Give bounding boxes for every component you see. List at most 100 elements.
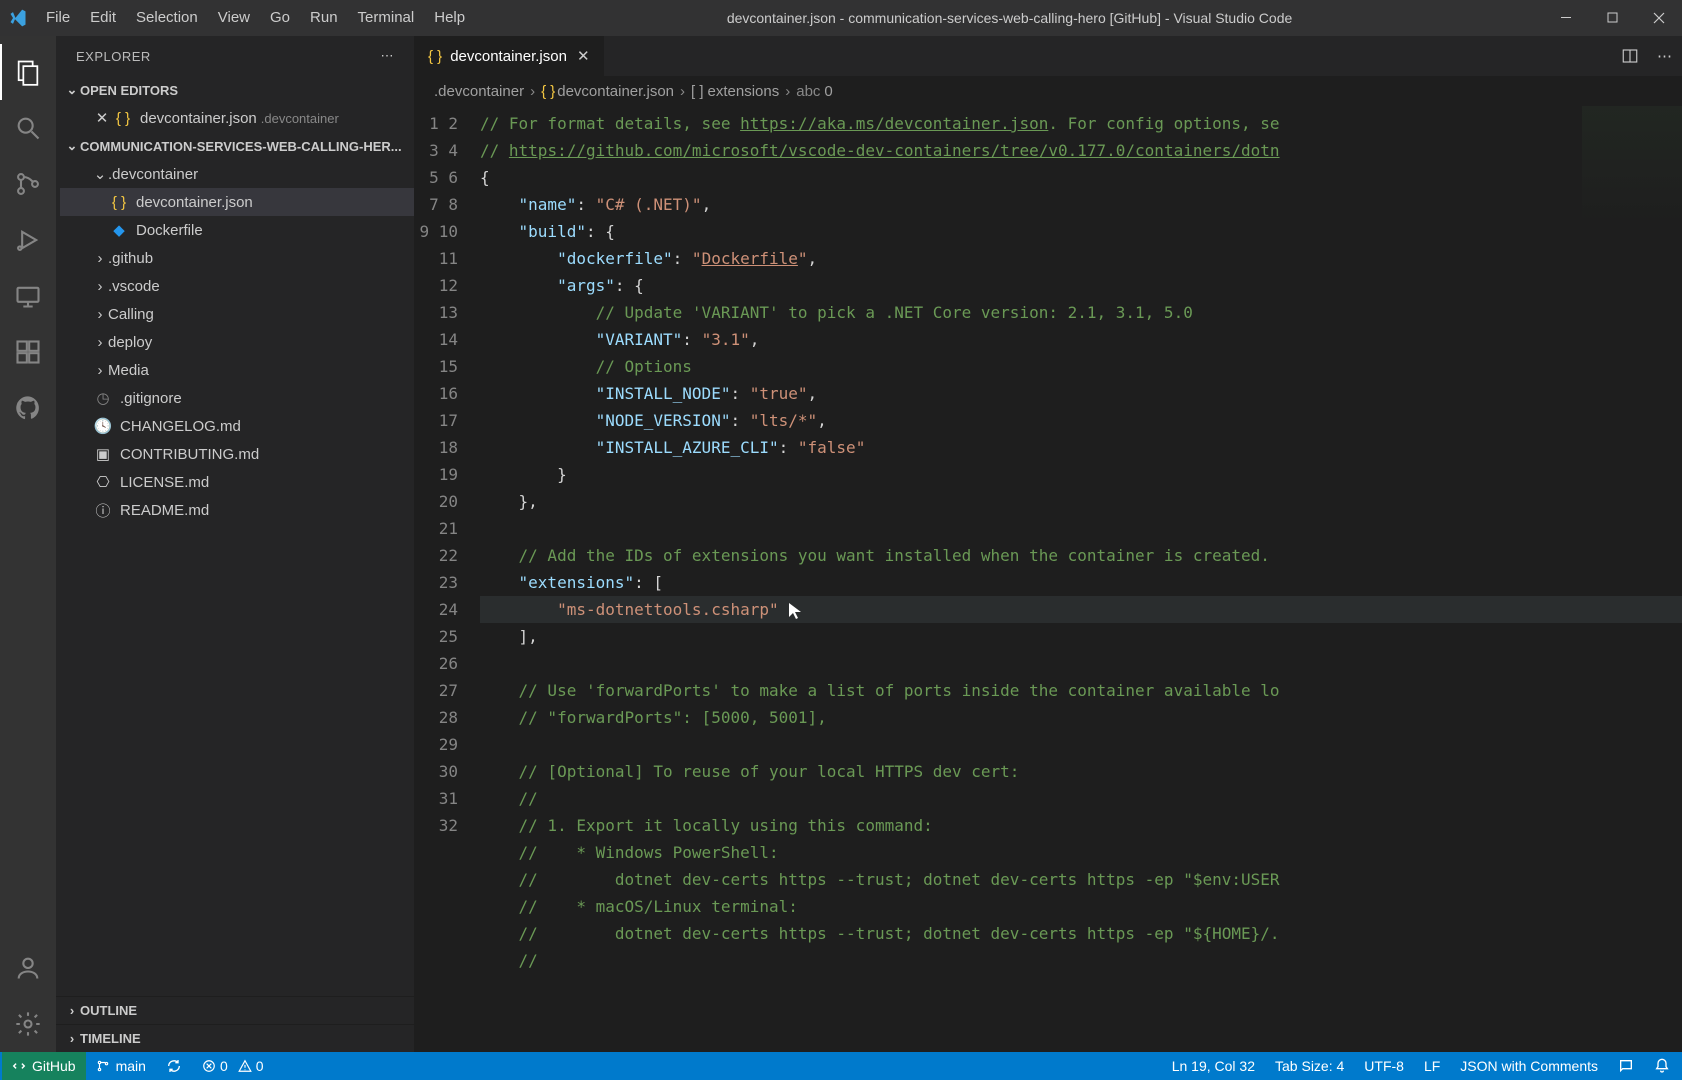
tree-folder-deploy[interactable]: ›deploy [60, 328, 414, 356]
status-feedback-icon[interactable] [1608, 1052, 1644, 1080]
close-icon[interactable]: ✕ [92, 109, 112, 127]
status-eol[interactable]: LF [1414, 1052, 1450, 1080]
tab-label: devcontainer.json [450, 48, 567, 65]
code-editor[interactable]: 1 2 3 4 5 6 7 8 9 10 11 12 13 14 15 16 1… [414, 106, 1682, 1052]
menu-edit[interactable]: Edit [80, 0, 126, 36]
tree-folder-github[interactable]: ›.github [60, 244, 414, 272]
breadcrumb-item[interactable]: .devcontainer [434, 83, 524, 100]
file-tree: ⌄.devcontainer { } devcontainer.json ◆Doc… [56, 160, 414, 996]
chevron-down-icon: ⌄ [64, 138, 80, 154]
json-icon: { } [108, 194, 130, 211]
activity-remote-explorer[interactable] [0, 268, 56, 324]
line-numbers: 1 2 3 4 5 6 7 8 9 10 11 12 13 14 15 16 1… [414, 106, 480, 1052]
open-editor-item[interactable]: ✕ { } devcontainer.json .devcontainer [60, 104, 414, 132]
status-language[interactable]: JSON with Comments [1450, 1052, 1608, 1080]
tree-folder-media[interactable]: ›Media [60, 356, 414, 384]
activity-settings[interactable] [0, 996, 56, 1052]
status-cursor-position[interactable]: Ln 19, Col 32 [1162, 1052, 1265, 1080]
sidebar-title: EXPLORER ⋯ [56, 36, 414, 76]
workspace-label: COMMUNICATION-SERVICES-WEB-CALLING-HER..… [80, 139, 402, 154]
status-sync[interactable] [156, 1052, 192, 1080]
status-encoding[interactable]: UTF-8 [1354, 1052, 1414, 1080]
close-button[interactable] [1636, 0, 1682, 36]
status-notifications-icon[interactable] [1644, 1052, 1680, 1080]
tree-label: devcontainer.json [136, 194, 253, 211]
maximize-button[interactable] [1590, 0, 1636, 36]
minimize-button[interactable] [1544, 0, 1590, 36]
activity-run-debug[interactable] [0, 212, 56, 268]
activity-github[interactable] [0, 380, 56, 436]
chevron-right-icon: › [92, 362, 108, 379]
chevron-right-icon: › [64, 1003, 80, 1018]
tree-folder-vscode[interactable]: ›.vscode [60, 272, 414, 300]
json-icon: { } [112, 110, 134, 127]
status-remote[interactable]: GitHub [2, 1052, 86, 1080]
menu-file[interactable]: File [36, 0, 80, 36]
git-icon: ◷ [92, 389, 114, 407]
sidebar-bottom-sections: ›OUTLINE ›TIMELINE [56, 996, 414, 1052]
side-bar: EXPLORER ⋯ ⌄ OPEN EDITORS ✕ { } devconta… [56, 36, 414, 1052]
editor-tabs: { } devcontainer.json ✕ ⋯ [414, 36, 1682, 76]
minimap[interactable] [1582, 106, 1682, 226]
code-content[interactable]: // For format details, see https://aka.m… [480, 106, 1682, 1052]
outline-header[interactable]: ›OUTLINE [56, 996, 414, 1024]
menu-run[interactable]: Run [300, 0, 348, 36]
chevron-right-icon: › [680, 83, 685, 100]
tree-file-gitignore[interactable]: ◷.gitignore [60, 384, 414, 412]
tree-folder-devcontainer[interactable]: ⌄.devcontainer [60, 160, 414, 188]
status-tab-size[interactable]: Tab Size: 4 [1265, 1052, 1354, 1080]
tree-label: LICENSE.md [120, 474, 209, 491]
tab-devcontainer-json[interactable]: { } devcontainer.json ✕ [414, 36, 605, 76]
menu-go[interactable]: Go [260, 0, 300, 36]
tree-folder-calling[interactable]: ›Calling [60, 300, 414, 328]
activity-accounts[interactable] [0, 940, 56, 996]
outline-label: OUTLINE [80, 1003, 137, 1018]
tree-label: .vscode [108, 278, 160, 295]
activity-source-control[interactable] [0, 156, 56, 212]
activity-search[interactable] [0, 100, 56, 156]
close-icon[interactable]: ✕ [577, 47, 590, 65]
activity-explorer[interactable] [0, 44, 56, 100]
open-editors-header[interactable]: ⌄ OPEN EDITORS [56, 76, 414, 104]
breadcrumb-item[interactable]: devcontainer.json [557, 83, 674, 100]
breadcrumbs[interactable]: .devcontainer › { } devcontainer.json › … [414, 76, 1682, 106]
tree-file-license[interactable]: ⎔ LICENSE.md [60, 468, 414, 496]
split-editor-icon[interactable] [1621, 47, 1639, 65]
status-warnings: 0 [256, 1058, 264, 1074]
tree-file-changelog[interactable]: 🕓CHANGELOG.md [60, 412, 414, 440]
status-branch[interactable]: main [86, 1052, 156, 1080]
editor-group: { } devcontainer.json ✕ ⋯ .devcontainer … [414, 36, 1682, 1052]
chevron-down-icon: ⌄ [64, 82, 80, 98]
tree-file-readme[interactable]: ⓘREADME.md [60, 496, 414, 524]
timeline-label: TIMELINE [80, 1031, 141, 1046]
certificate-icon: ⎔ [92, 473, 114, 491]
menu-view[interactable]: View [208, 0, 260, 36]
menu-terminal[interactable]: Terminal [348, 0, 425, 36]
clock-icon: 🕓 [92, 417, 114, 435]
tree-label: README.md [120, 502, 209, 519]
menu-selection[interactable]: Selection [126, 0, 208, 36]
docker-icon: ◆ [108, 221, 130, 239]
chevron-right-icon: › [92, 334, 108, 351]
tree-file-devcontainer-json[interactable]: { } devcontainer.json [60, 188, 414, 216]
sidebar-more-icon[interactable]: ⋯ [381, 48, 395, 64]
breadcrumb-item[interactable]: extensions [708, 83, 780, 100]
editor-actions: ⋯ [1611, 36, 1682, 76]
tree-label: .devcontainer [108, 166, 198, 183]
markdown-icon: ▣ [92, 445, 114, 463]
status-problems[interactable]: 0 0 [192, 1052, 274, 1080]
workspace-header[interactable]: ⌄ COMMUNICATION-SERVICES-WEB-CALLING-HER… [56, 132, 414, 160]
timeline-header[interactable]: ›TIMELINE [56, 1024, 414, 1052]
activity-extensions[interactable] [0, 324, 56, 380]
tree-file-contributing[interactable]: ▣CONTRIBUTING.md [60, 440, 414, 468]
window-controls [1544, 0, 1682, 36]
tree-label: Media [108, 362, 149, 379]
status-branch-label: main [116, 1058, 146, 1074]
tree-file-dockerfile[interactable]: ◆Dockerfile [60, 216, 414, 244]
breadcrumb-item[interactable]: 0 [824, 83, 832, 100]
status-errors: 0 [220, 1058, 228, 1074]
more-actions-icon[interactable]: ⋯ [1657, 47, 1672, 65]
workbench: EXPLORER ⋯ ⌄ OPEN EDITORS ✕ { } devconta… [0, 36, 1682, 1052]
open-editor-name: devcontainer.json [140, 110, 257, 127]
menu-help[interactable]: Help [424, 0, 475, 36]
